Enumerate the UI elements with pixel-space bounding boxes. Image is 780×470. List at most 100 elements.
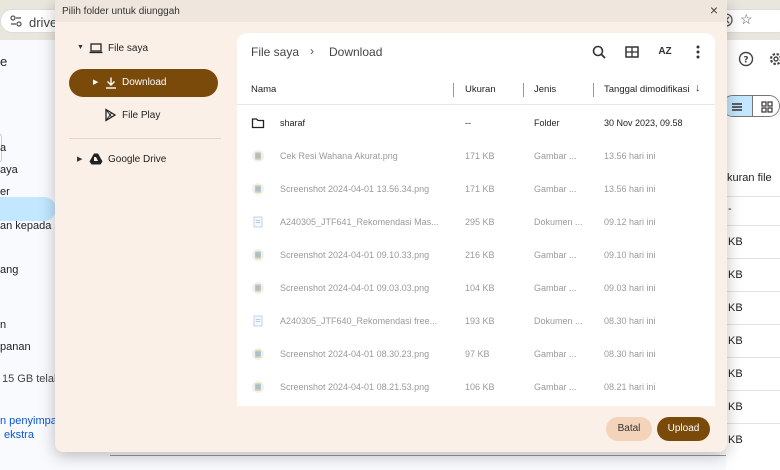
file-row[interactable]: Screenshot 2024-04-01 08.30.23.png 97 KB G… [237,338,715,371]
storage-usage-text: 15 GB telah [2,373,61,385]
sort-button[interactable]: AZ [656,43,674,61]
dialog-footer: Batal Upload [55,406,727,452]
file-size-value: KB [728,269,743,281]
file-size-value: KB [728,434,743,446]
file-type: Dokumen ... [534,316,582,326]
file-modified-date: 13.56 hari ini [604,184,656,194]
file-size-value: KB [728,401,743,413]
file-size-value: KB [728,302,743,314]
file-modified-date: 08.30 hari ini [604,349,656,359]
sidebar-item-recent[interactable]: ang [0,264,18,276]
drive-sidebar: e a aya er an kepada sa ang n panan 15 G… [0,40,66,470]
row-divider [726,357,780,358]
document-icon [251,215,265,229]
file-row[interactable]: Screenshot 2024-04-01 08.21.53.png 106 KB… [237,371,715,404]
sidebar-item-my-drive[interactable]: aya [0,164,18,176]
sidebar-item-storage[interactable]: panan [0,341,31,353]
file-name: sharaf [280,118,306,128]
tree-item-label: Download [122,77,167,88]
column-divider[interactable] [453,83,454,97]
list-view-button[interactable] [723,96,752,116]
tree-item-my-files[interactable]: ▼ File saya [69,36,219,62]
chevron-right-icon[interactable]: ▶ [77,155,82,163]
tree-item-label: File Play [122,110,161,121]
tree-item-download[interactable]: ▶ Download [69,69,218,97]
file-name: Screenshot 2024-04-01 09.03.03.png [280,283,430,293]
column-divider[interactable] [523,83,524,97]
image-icon [251,380,265,394]
dialog-titlebar: Pilih folder untuk diunggah × [55,0,727,22]
chevron-down-icon[interactable]: ▼ [77,44,84,51]
row-divider [726,390,780,391]
help-icon[interactable]: ? [738,51,754,67]
sidebar-item-home[interactable]: e [0,54,7,69]
image-icon [251,248,265,262]
file-row[interactable]: A240305_JTF640_Rekomendasi free... 193 KB… [237,305,715,338]
folder-row[interactable]: sharaf -- Folder 30 Nov 2023, 09.58 [237,107,715,140]
sort-descending-icon[interactable]: ↓ [695,82,701,94]
chevron-right-icon[interactable]: ▶ [93,78,98,86]
file-table-header: Nama Ukuran Jenis Tanggal dimodifikasi ↓ [237,75,715,105]
file-type: Dokumen ... [534,217,582,227]
file-name: Screenshot 2024-04-01 08.30.23.png [280,349,430,359]
dialog-title: Pilih folder untuk diunggah [62,6,180,17]
folder-icon [251,116,265,130]
list-view-icon [732,103,742,111]
file-size: 216 KB [465,250,495,260]
column-header-size[interactable]: Ukuran [465,84,496,95]
promo-line-2: ekstra [4,429,34,441]
close-icon[interactable]: × [707,3,721,17]
file-size-value: - [728,203,732,215]
document-icon [251,314,265,328]
column-header-type[interactable]: Jenis [534,84,556,95]
image-icon [251,182,265,196]
gear-icon[interactable] [768,51,780,67]
tree-item-google-drive[interactable]: ▶ Google Drive [69,147,219,173]
file-size: 193 KB [465,316,495,326]
sidebar-item-computer[interactable]: er [0,186,10,198]
row-divider [726,196,780,197]
bookmark-star-icon[interactable]: ☆ [740,11,753,28]
file-type: Gambar ... [534,349,577,359]
tree-item-play-files[interactable]: File Play [83,103,233,129]
file-size: 97 KB [465,349,490,359]
file-row[interactable]: Screenshot 2024-04-01 13.56.34.png 171 KB… [237,173,715,206]
play-store-icon [105,108,117,122]
file-modified-date: 08.21 hari ini [604,382,656,392]
sidebar-item-trash[interactable]: n [0,319,6,331]
grid-view-icon [761,101,773,113]
search-button[interactable] [590,43,608,61]
grid-view-button[interactable] [623,43,641,61]
download-icon [106,77,116,89]
file-type: Gambar ... [534,283,577,293]
search-icon [592,45,606,59]
file-row[interactable]: Screenshot 2024-04-01 09.03.03.png 104 KB… [237,272,715,305]
file-size: 171 KB [465,151,495,161]
file-name: Cek Resi Wahana Akurat.png [280,151,398,161]
file-size-column-header[interactable]: kuran file [727,172,772,184]
tree-item-label: Google Drive [108,154,167,165]
column-header-modified[interactable]: Tanggal dimodifikasi [604,84,690,95]
column-divider[interactable] [593,83,594,97]
site-info-icon[interactable] [9,14,23,28]
column-header-name[interactable]: Nama [251,84,276,95]
file-modified-date: 08.30 hari ini [604,316,656,326]
file-row[interactable]: A240305_JTF641_Rekomendasi Mas... 295 KB D… [237,206,715,239]
sidebar-item-activity[interactable]: a [0,142,6,154]
file-row[interactable]: Cek Resi Wahana Akurat.png 171 KB Gambar .… [237,140,715,173]
view-toggle[interactable] [722,95,780,117]
file-size-value: KB [728,236,743,248]
grid-view-button[interactable] [752,96,779,116]
upload-button[interactable]: Upload [657,417,710,441]
file-size-value: KB [728,335,743,347]
get-more-storage-link[interactable]: n penyimpar ekstra [0,414,61,442]
breadcrumb-chevron-icon: › [310,44,314,58]
sidebar-item-active-bg [0,197,56,221]
cancel-button[interactable]: Batal [606,417,652,441]
image-icon [251,149,265,163]
breadcrumb-root[interactable]: File saya [251,45,299,59]
file-row[interactable]: Screenshot 2024-04-01 09.10.33.png 216 KB… [237,239,715,272]
more-options-button[interactable] [689,43,707,61]
promo-line-1: n penyimpar [0,415,61,427]
file-modified-date: 30 Nov 2023, 09.58 [604,118,683,128]
